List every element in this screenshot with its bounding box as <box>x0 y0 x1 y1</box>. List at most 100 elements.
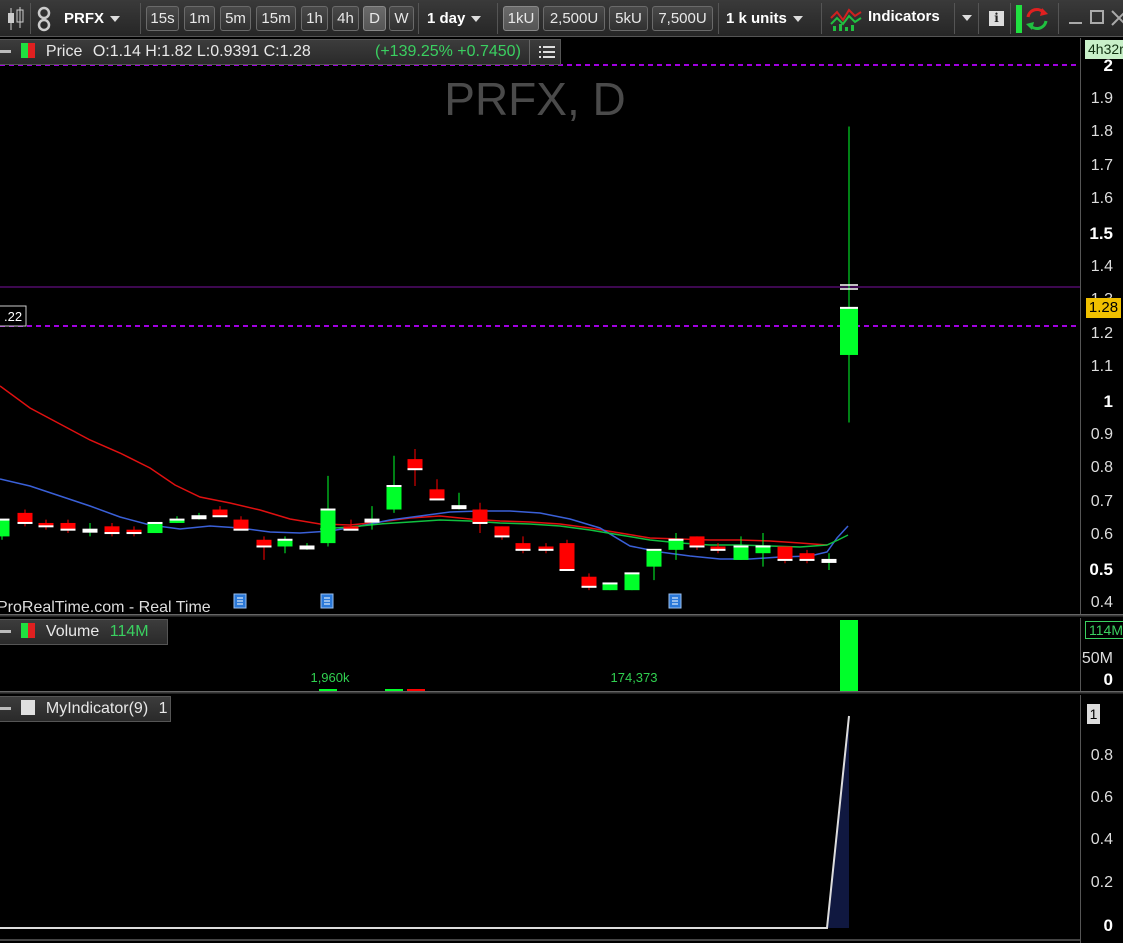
chevron-down-icon <box>792 16 803 23</box>
indicator-tick: 0.6 <box>1090 789 1113 806</box>
price-tick: 1.1 <box>1090 358 1113 376</box>
candle-body[interactable] <box>733 546 749 560</box>
candle-body[interactable] <box>233 519 249 530</box>
indicator-y-axis[interactable] <box>1080 695 1123 943</box>
units-selector[interactable]: 1 k units <box>726 6 803 31</box>
candle-body[interactable] <box>472 509 488 523</box>
news-icons-group <box>233 593 682 609</box>
link-icon[interactable] <box>36 6 52 32</box>
indicator-tick: 0 <box>1103 916 1113 935</box>
timeframe-1m-button[interactable]: 1m <box>184 6 215 31</box>
symbol-selector[interactable]: PRFX <box>64 6 121 31</box>
price-tick: 1 <box>1103 392 1113 411</box>
indicator-panel-header[interactable]: MyIndicator(9) 1 <box>0 696 171 722</box>
candle-body[interactable] <box>256 539 272 547</box>
collapse-icon[interactable] <box>0 707 11 711</box>
collapse-icon[interactable] <box>0 50 11 54</box>
indicator-chart[interactable] <box>0 695 1080 943</box>
volume-panel-header[interactable]: Volume 114M <box>0 619 168 645</box>
candle-body[interactable] <box>212 509 228 517</box>
close-button[interactable] <box>1110 8 1123 28</box>
maximize-button[interactable] <box>1090 10 1105 25</box>
up-down-color-swatch <box>21 623 36 638</box>
candle-body[interactable] <box>17 512 33 523</box>
tick-5ku-button[interactable]: 5kU <box>609 6 648 31</box>
up-down-color-swatch <box>21 43 36 58</box>
candle-body[interactable] <box>840 307 858 355</box>
price-tick: 1.6 <box>1090 190 1113 208</box>
candle-body[interactable] <box>147 522 163 534</box>
indicators-button[interactable]: Indicators <box>828 4 956 34</box>
tick-2500u-button[interactable]: 2,500U <box>543 6 605 31</box>
volume-bar-last <box>840 620 858 691</box>
price-tick: 0.4 <box>1090 593 1113 611</box>
chevron-down-icon <box>110 16 121 23</box>
timeframe-15s-button[interactable]: 15s <box>146 6 179 31</box>
volume-tick: 50M <box>1081 650 1113 667</box>
timeframe-w-button[interactable]: W <box>389 6 414 31</box>
candle-body[interactable] <box>494 526 510 537</box>
current-price-tag: 1.28 <box>1086 298 1121 318</box>
price-chart[interactable]: PRFX, D .22 ProRealTime.com - Real Time <box>0 38 1080 614</box>
price-tick: 0.7 <box>1090 492 1113 510</box>
tick-7500u-button[interactable]: 7,500U <box>652 6 713 31</box>
volume-value: 114M <box>109 623 149 640</box>
tick-1ku-button[interactable]: 1kU <box>503 6 539 31</box>
candle-body[interactable] <box>386 486 402 510</box>
price-tick: 0.6 <box>1090 526 1113 544</box>
candle-body[interactable] <box>602 583 618 591</box>
indicator-tick: 0.4 <box>1090 831 1113 848</box>
data-source-label: ProRealTime.com - Real Time <box>0 599 211 614</box>
chevron-down-icon[interactable] <box>962 15 972 21</box>
symbol-label: PRFX <box>64 10 105 27</box>
timeframe-4h-button[interactable]: 4h <box>332 6 359 31</box>
candle-body[interactable] <box>60 522 76 530</box>
refresh-button[interactable] <box>1016 5 1054 33</box>
timeframe-5m-button[interactable]: 5m <box>220 6 251 31</box>
interval-selector[interactable]: 1 day <box>427 6 482 31</box>
candle-body[interactable] <box>320 509 336 544</box>
minimize-button[interactable] <box>1068 8 1084 28</box>
candle-body[interactable] <box>407 459 423 470</box>
price-tick: 1.4 <box>1090 257 1113 275</box>
candle-body[interactable] <box>277 539 293 547</box>
price-tick: 1.7 <box>1090 156 1113 174</box>
candle-body[interactable] <box>515 543 531 550</box>
price-tick: 0.8 <box>1090 459 1113 477</box>
volume-annotation: 1,960k <box>310 670 350 685</box>
candle-body[interactable] <box>668 539 684 550</box>
timeframe-1h-button[interactable]: 1h <box>301 6 328 31</box>
panel-separator[interactable] <box>0 614 1123 617</box>
candle-body[interactable] <box>429 489 445 500</box>
candle-body[interactable] <box>689 536 705 547</box>
list-menu-icon[interactable] <box>539 45 555 59</box>
candle-body[interactable] <box>581 576 597 587</box>
timeframe-d-button[interactable]: D <box>363 6 386 31</box>
price-tick: 0.5 <box>1089 560 1113 579</box>
info-button[interactable]: i <box>989 11 1004 26</box>
panel-separator[interactable] <box>0 691 1123 694</box>
price-tick: 1.2 <box>1090 324 1113 342</box>
ma-green-line <box>319 519 849 548</box>
candle-body[interactable] <box>755 546 771 554</box>
candle-body[interactable] <box>104 526 120 534</box>
price-label: Price <box>45 43 83 60</box>
candle-body[interactable] <box>799 553 815 560</box>
collapse-icon[interactable] <box>0 630 11 634</box>
timeframe-15m-button[interactable]: 15m <box>256 6 296 31</box>
candlestick-chart-icon[interactable] <box>6 6 26 32</box>
candle-body[interactable] <box>0 519 10 537</box>
price-tick: 1.9 <box>1090 89 1113 107</box>
indicators-label: Indicators <box>868 8 940 25</box>
chart-watermark: PRFX, D <box>444 73 625 125</box>
price-panel-header[interactable]: Price O:1.14 H:1.82 L:0.9391 C:1.28 (+13… <box>0 39 561 65</box>
indicators-icon <box>830 8 862 31</box>
candle-body[interactable] <box>777 546 793 560</box>
indicator-label: MyIndicator(9) <box>45 700 149 717</box>
candle-body[interactable] <box>646 549 662 567</box>
candle-body[interactable] <box>624 573 640 591</box>
volume-annotation: 174,373 <box>611 670 658 685</box>
minimize-icon <box>1069 22 1082 24</box>
price-tick: 2 <box>1103 56 1113 75</box>
candle-body[interactable] <box>559 543 575 570</box>
